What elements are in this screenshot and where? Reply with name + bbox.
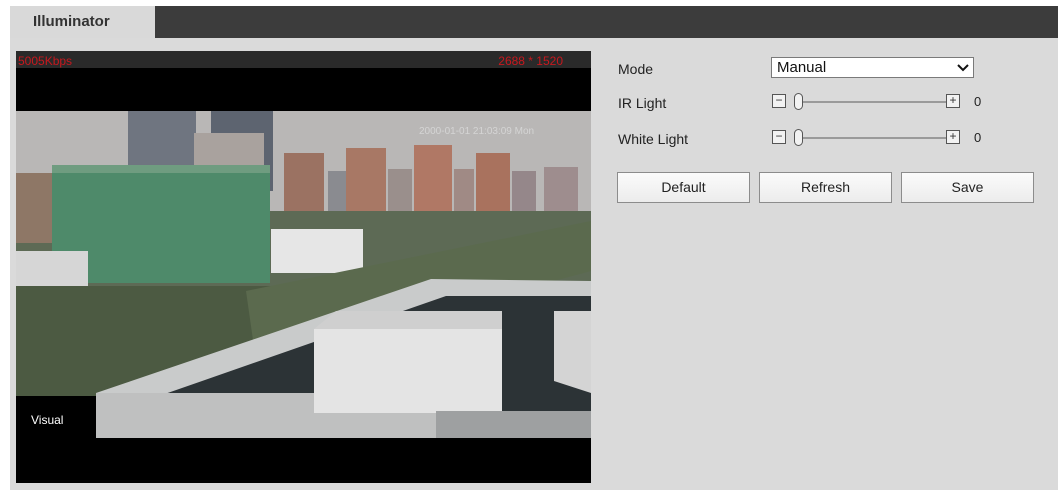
video-timestamp: 2000-01-01 21:03:09 Mon: [419, 126, 535, 137]
ir-light-label: IR Light: [618, 95, 667, 111]
mode-select-value: Manual: [777, 59, 827, 76]
refresh-button[interactable]: Refresh: [759, 172, 892, 203]
ir-light-slider: − + 0: [772, 92, 981, 112]
white-light-minus-icon[interactable]: −: [772, 130, 786, 144]
default-button[interactable]: Default: [617, 172, 750, 203]
camera-scene-image: [16, 111, 591, 438]
ir-light-track[interactable]: [794, 101, 946, 103]
white-light-slider: − + 0: [772, 128, 981, 148]
top-header-bar: [10, 6, 1058, 38]
video-channel-label: Visual: [31, 413, 64, 427]
white-light-track[interactable]: [794, 137, 946, 139]
white-light-plus-icon[interactable]: +: [946, 130, 960, 144]
ir-light-minus-icon[interactable]: −: [772, 94, 786, 108]
ir-light-plus-icon[interactable]: +: [946, 94, 960, 108]
ir-light-thumb[interactable]: [794, 93, 803, 110]
white-light-value: 0: [974, 130, 982, 145]
chevron-down-icon: [957, 58, 969, 82]
white-light-thumb[interactable]: [794, 129, 803, 146]
tab-illuminator-label: Illuminator: [33, 13, 110, 30]
mode-select[interactable]: Manual: [771, 57, 974, 78]
mode-label: Mode: [618, 61, 654, 77]
bitrate-readout: 5005Kbps: [18, 54, 73, 68]
save-button[interactable]: Save: [901, 172, 1034, 203]
white-light-label: White Light: [618, 131, 689, 147]
resolution-readout: 2688 * 1520: [498, 54, 563, 68]
live-video-preview: 5005Kbps 2688 * 1520 2000-01-01 21:03:09…: [16, 51, 591, 483]
tab-illuminator[interactable]: Illuminator: [10, 6, 155, 41]
ir-light-value: 0: [974, 94, 982, 109]
